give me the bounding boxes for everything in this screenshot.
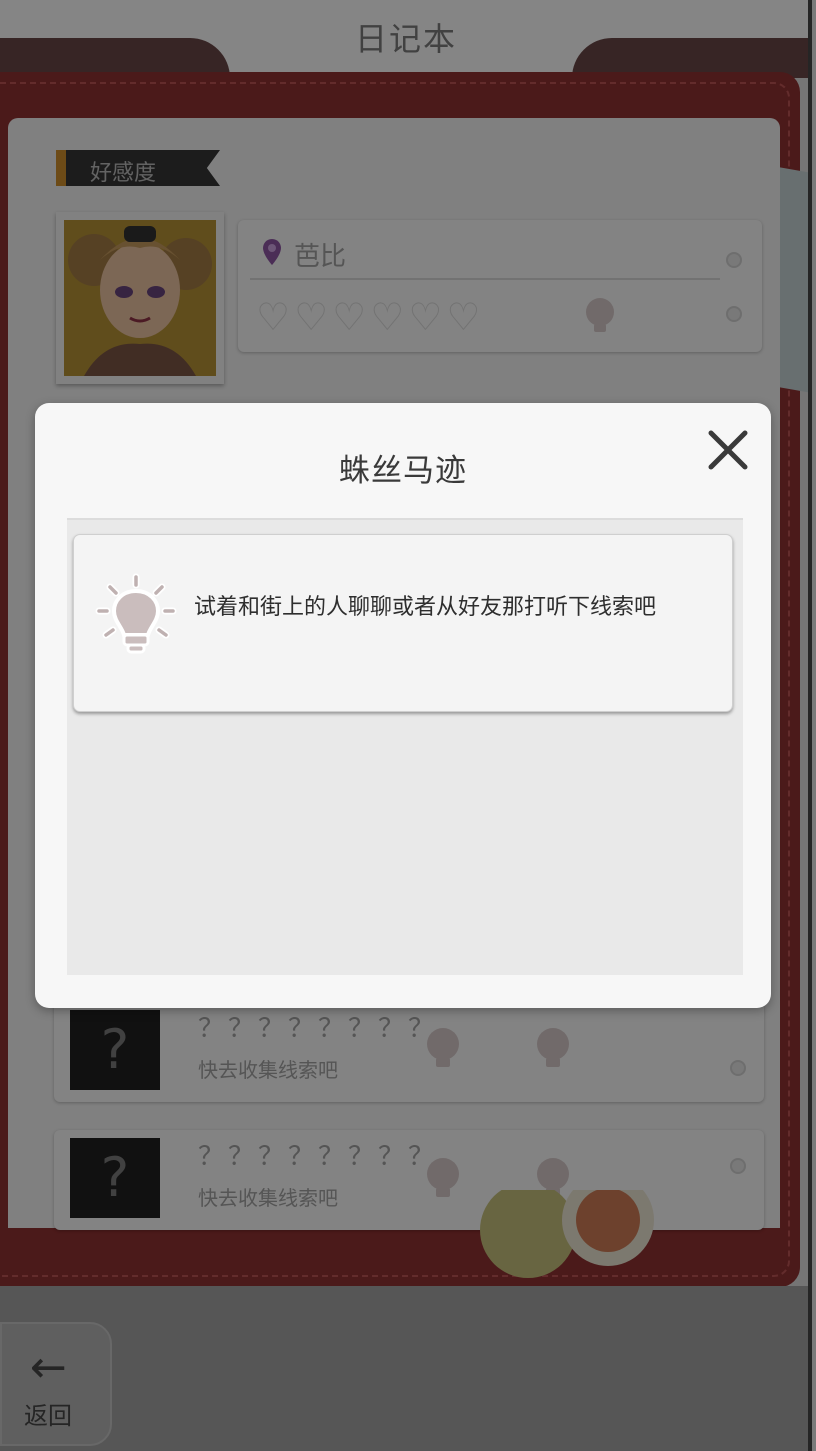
clue-text: 试着和街上的人聊聊或者从好友那打听下线索吧 [194, 595, 657, 620]
close-icon[interactable] [703, 425, 753, 475]
clue-dialog: 蛛丝马迹 试着和街上的人聊聊或者从好友那打听下线索吧 [35, 403, 771, 1008]
dialog-title: 蛛丝马迹 [339, 453, 467, 489]
clue-item[interactable]: 试着和街上的人聊聊或者从好友那打听下线索吧 [73, 534, 733, 712]
clue-list[interactable]: 试着和街上的人聊聊或者从好友那打听下线索吧 [67, 518, 743, 975]
lightbulb-icon [95, 573, 177, 654]
